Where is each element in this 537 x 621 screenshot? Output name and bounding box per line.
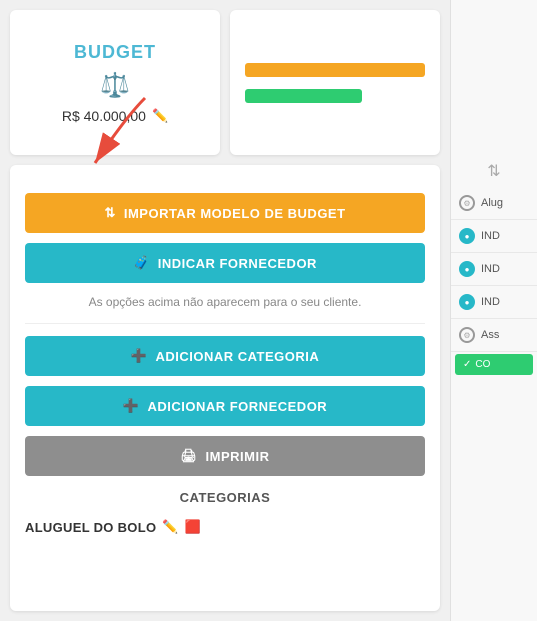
actions-panel: ⇅ IMPORTAR MODELO DE BUDGET 🧳 INDICAR FO… (10, 165, 440, 611)
page-layout: BUDGET ⚖️ R$ 40.000,00 ✏️ (0, 0, 537, 621)
sidebar-item-ind3-label: IND (481, 296, 500, 308)
sidebar-item-ind2-label: IND (481, 263, 500, 275)
chart-bar-green (245, 89, 362, 103)
alug-icon: ⚙ (459, 195, 475, 211)
chart-card (230, 10, 440, 155)
top-cards: BUDGET ⚖️ R$ 40.000,00 ✏️ (10, 10, 440, 155)
import-icon: ⇅ (104, 205, 115, 221)
sidebar-item-ass-label: Ass (481, 329, 499, 341)
budget-title: BUDGET (74, 42, 156, 63)
sidebar-item-alug-label: Alug (481, 197, 503, 209)
print-button[interactable]: 🖨 IMPRIMIR (25, 436, 425, 476)
add-category-icon: ➕ (131, 348, 148, 364)
budget-edit-icon[interactable]: ✏️ (152, 108, 168, 124)
category-name: ALUGUEL DO BOLO (25, 520, 156, 535)
add-supplier-label: ADICIONAR FORNECEDOR (147, 399, 327, 414)
add-supplier-button[interactable]: ➕ ADICIONAR FORNECEDOR (25, 386, 425, 426)
add-category-label: ADICIONAR CATEGORIA (155, 349, 319, 364)
sidebar-item-ind1-label: IND (481, 230, 500, 242)
ind3-icon: ● (459, 294, 475, 310)
divider (25, 323, 425, 324)
category-row: ALUGUEL DO BOLO ✏️ 🟥 (25, 519, 425, 535)
add-category-button[interactable]: ➕ ADICIONAR CATEGORIA (25, 336, 425, 376)
ind2-icon: ● (459, 261, 475, 277)
budget-card: BUDGET ⚖️ R$ 40.000,00 ✏️ (10, 10, 220, 155)
add-supplier-icon: ➕ (123, 398, 140, 414)
print-label: IMPRIMIR (206, 449, 270, 464)
indicate-supplier-label: INDICAR FORNECEDOR (158, 256, 317, 271)
sidebar-item-ind3[interactable]: ● IND (451, 286, 537, 319)
sidebar-item-ind2[interactable]: ● IND (451, 253, 537, 286)
print-icon: 🖨 (181, 448, 198, 464)
sidebar-item-ass[interactable]: ⚙ Ass (451, 319, 537, 352)
sidebar-item-alug[interactable]: ⚙ Alug (451, 187, 537, 220)
budget-amount-value: R$ 40.000,00 (62, 108, 146, 124)
indicate-supplier-button[interactable]: 🧳 INDICAR FORNECEDOR (25, 243, 425, 283)
sidebar-item-ind1[interactable]: ● IND (451, 220, 537, 253)
category-delete-icon[interactable]: 🟥 (185, 519, 202, 535)
import-budget-button[interactable]: ⇅ IMPORTAR MODELO DE BUDGET (25, 193, 425, 233)
chart-bar-orange (245, 63, 425, 77)
main-panel: BUDGET ⚖️ R$ 40.000,00 ✏️ (0, 0, 450, 621)
ass-icon: ⚙ (459, 327, 475, 343)
right-sidebar: ⇅ ⚙ Alug ● IND ● IND ● I (450, 0, 537, 621)
note-text: As opções acima não aparecem para o seu … (25, 293, 425, 311)
toggle-icon: ⇅ (487, 161, 500, 181)
category-edit-icon[interactable]: ✏️ (162, 519, 179, 535)
sidebar-action-co[interactable]: ✓ CO (455, 354, 533, 375)
categories-label: CATEGORIAS (25, 490, 425, 505)
supplier-icon: 🧳 (133, 255, 150, 271)
import-budget-label: IMPORTAR MODELO DE BUDGET (124, 206, 346, 221)
budget-icon: ⚖️ (100, 71, 130, 100)
check-icon: ✓ (463, 359, 471, 370)
budget-amount: R$ 40.000,00 ✏️ (62, 108, 168, 124)
sidebar-action-label: CO (475, 359, 490, 370)
sidebar-toggle[interactable]: ⇅ (451, 155, 537, 187)
ind1-icon: ● (459, 228, 475, 244)
